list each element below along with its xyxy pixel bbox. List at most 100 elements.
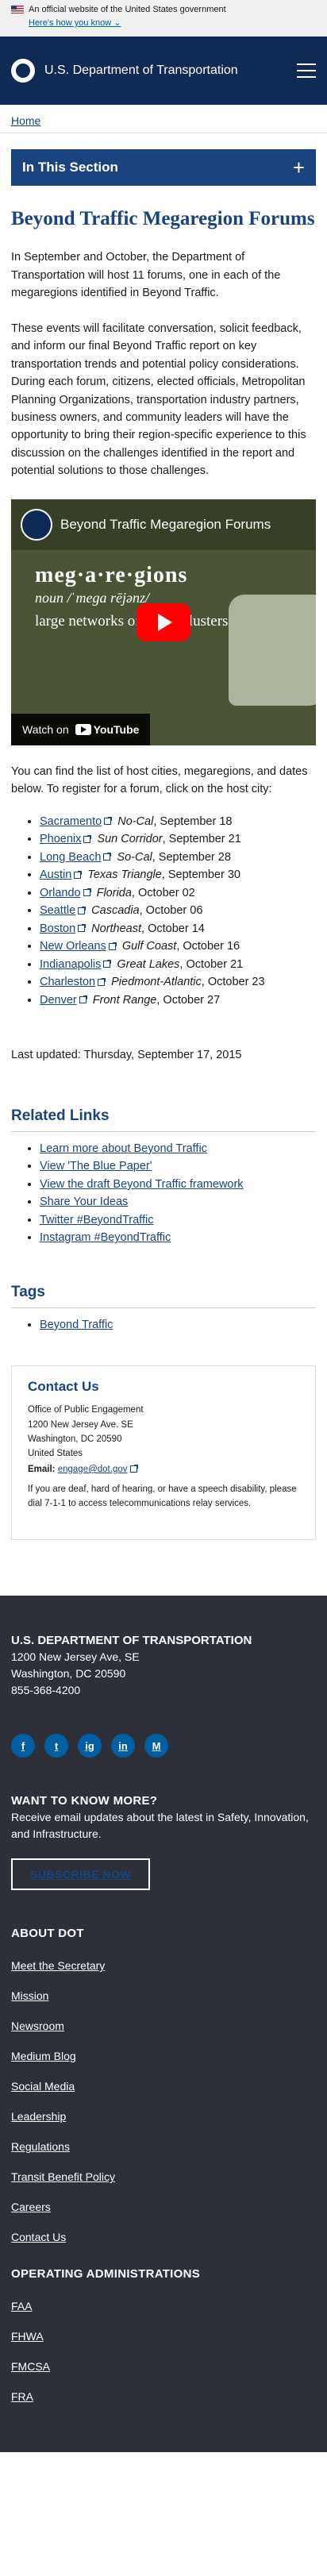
- dot-logo[interactable]: [11, 59, 35, 83]
- forum-city-link[interactable]: Long Beach: [40, 851, 101, 864]
- twitter-icon[interactable]: t: [44, 1734, 68, 1758]
- forum-region: Piedmont-Atlantic: [111, 976, 202, 989]
- list-item: Learn more about Beyond Traffic: [40, 1140, 316, 1157]
- video-title[interactable]: Beyond Traffic Megaregion Forums: [60, 517, 271, 533]
- forum-city-link[interactable]: Charleston: [40, 976, 95, 988]
- forum-item: CharlestonPiedmont-Atlantic, October 23: [40, 973, 316, 991]
- site-footer: U.S. DEPARTMENT OF TRANSPORTATION 1200 N…: [0, 1596, 327, 2453]
- related-link[interactable]: Twitter #BeyondTraffic: [40, 1214, 153, 1226]
- forum-item: SeattleCascadia, October 06: [40, 902, 316, 919]
- channel-avatar[interactable]: [21, 508, 52, 541]
- external-link-icon: [79, 995, 87, 1004]
- forum-region: Florida: [96, 886, 132, 899]
- forum-city-link[interactable]: Orlando: [40, 887, 81, 899]
- about-dot-link[interactable]: Mission: [11, 1989, 48, 2002]
- forum-region: Gulf Coast: [121, 940, 177, 953]
- forum-item: IndianapolisGreat Lakes, October 21: [40, 956, 316, 973]
- instagram-icon[interactable]: ig: [78, 1734, 102, 1758]
- menu-icon[interactable]: [297, 64, 316, 78]
- contact-heading: Contact Us: [28, 1379, 99, 1395]
- external-link-icon: [83, 888, 91, 897]
- tag-beyond-traffic-link[interactable]: Beyond Traffic: [40, 1319, 113, 1331]
- operating-administrations-heading: OPERATING ADMINISTRATIONS: [11, 2267, 201, 2281]
- gov-banner-text: An official website of the United States…: [29, 5, 226, 14]
- contact-box: Contact Us Office of Public Engagement 1…: [11, 1365, 316, 1541]
- operating-admin-link[interactable]: FAA: [11, 2300, 32, 2312]
- related-link[interactable]: View the draft Beyond Traffic framework: [40, 1178, 244, 1191]
- forum-city-link[interactable]: New Orleans: [40, 940, 106, 953]
- about-dot-link[interactable]: Newsroom: [11, 2020, 64, 2032]
- about-dot-link[interactable]: Leadership: [11, 2110, 66, 2123]
- forum-item: AustinTexas Triangle, September 30: [40, 866, 316, 884]
- about-dot-link[interactable]: Meet the Secretary: [11, 1959, 105, 1972]
- external-link-icon: [98, 977, 106, 986]
- forum-date: October 16: [183, 940, 240, 953]
- forum-item: BostonNortheast, October 14: [40, 920, 316, 938]
- breadcrumb-home-link[interactable]: Home: [11, 114, 40, 127]
- list-item: FRA: [11, 2390, 316, 2403]
- related-link[interactable]: Learn more about Beyond Traffic: [40, 1142, 207, 1155]
- list-item: Meet the Secretary: [11, 1959, 316, 1972]
- list-item: Careers: [11, 2201, 316, 2213]
- site-title[interactable]: U.S. Department of Transportation: [44, 64, 297, 78]
- about-dot-link[interactable]: Contact Us: [11, 2231, 66, 2243]
- list-item: Mission: [11, 1989, 316, 2002]
- operating-admin-link[interactable]: FMCSA: [11, 2360, 50, 2373]
- about-dot-link[interactable]: Transit Benefit Policy: [11, 2170, 115, 2183]
- about-dot-nav: Meet the Secretary Mission Newsroom Medium …: [11, 1959, 316, 2243]
- footer-dot-name: U.S. DEPARTMENT OF TRANSPORTATION: [11, 1634, 252, 1648]
- contact-address: Office of Public Engagement 1200 New Jer…: [28, 1405, 144, 1459]
- operating-admin-link[interactable]: FRA: [11, 2390, 33, 2403]
- related-link[interactable]: Share Your Ideas: [40, 1196, 128, 1208]
- external-link-icon: [103, 960, 112, 968]
- subscribe-button[interactable]: SUBSCRIBE NOW: [11, 1858, 151, 1891]
- forum-city-link[interactable]: Phoenix: [40, 833, 81, 845]
- forum-city-link[interactable]: Austin: [40, 868, 71, 881]
- in-this-section-label: In This Section: [22, 160, 118, 175]
- forum-city-link[interactable]: Boston: [40, 922, 75, 935]
- about-dot-link[interactable]: Social Media: [11, 2080, 75, 2093]
- forum-date: October 02: [137, 886, 195, 899]
- medium-icon[interactable]: M: [144, 1734, 168, 1758]
- related-links-heading: Related Links: [11, 1107, 110, 1124]
- list-item: Medium Blog: [11, 2050, 316, 2062]
- forums-intro: You can find the list of host cities, me…: [11, 764, 308, 796]
- forum-city-link[interactable]: Denver: [40, 994, 77, 1007]
- video-word: meg·a·re·gions: [35, 562, 188, 587]
- about-dot-link[interactable]: Careers: [11, 2201, 51, 2213]
- forum-date: October 21: [186, 957, 244, 971]
- forum-city-link[interactable]: Indianapolis: [40, 958, 101, 971]
- operating-admin-link[interactable]: FHWA: [11, 2330, 44, 2343]
- youtube-video-embed[interactable]: Beyond Traffic Megaregion Forums meg·a·r…: [11, 499, 316, 745]
- forum-item: New OrleansGulf Coast, October 16: [40, 938, 316, 955]
- about-dot-link[interactable]: Regulations: [11, 2140, 70, 2153]
- play-icon[interactable]: [137, 603, 190, 641]
- heres-how-you-know-link[interactable]: Here's how you know ⌄: [29, 17, 121, 28]
- forum-city-link[interactable]: Seattle: [40, 904, 75, 917]
- external-link-icon: [103, 853, 112, 861]
- watch-on-youtube-button[interactable]: Watch on YouTube: [11, 713, 151, 745]
- us-flag-icon: [11, 6, 24, 13]
- list-item: Transit Benefit Policy: [11, 2170, 316, 2183]
- related-link[interactable]: View 'The Blue Paper': [40, 1160, 152, 1172]
- forum-region: Northeast: [91, 922, 142, 935]
- forum-date: September 30: [167, 868, 240, 882]
- forum-list: SacramentoNo-Cal, September 18PhoenixSun…: [11, 813, 316, 1009]
- forum-region: Texas Triangle: [87, 868, 162, 882]
- in-this-section-toggle[interactable]: In This Section +: [11, 149, 316, 186]
- forum-region: So-Cal: [117, 850, 152, 864]
- list-item: Regulations: [11, 2140, 316, 2153]
- tags-heading: Tags: [11, 1283, 45, 1300]
- external-link-icon: [83, 834, 92, 843]
- related-links-list: Learn more about Beyond Traffic View 'The…: [11, 1140, 316, 1247]
- about-dot-heading: ABOUT DOT: [11, 1927, 84, 1941]
- related-link[interactable]: Instagram #BeyondTraffic: [40, 1231, 171, 1244]
- breadcrumb: Home: [0, 105, 327, 133]
- about-dot-link[interactable]: Medium Blog: [11, 2050, 76, 2062]
- email-link[interactable]: engage@dot.gov: [58, 1465, 128, 1474]
- facebook-icon[interactable]: f: [11, 1734, 35, 1758]
- linkedin-icon[interactable]: in: [111, 1734, 135, 1758]
- forum-city-link[interactable]: Sacramento: [40, 815, 102, 828]
- external-link-icon: [129, 1465, 138, 1473]
- video-definition: large networks of urban clusters: [35, 612, 229, 630]
